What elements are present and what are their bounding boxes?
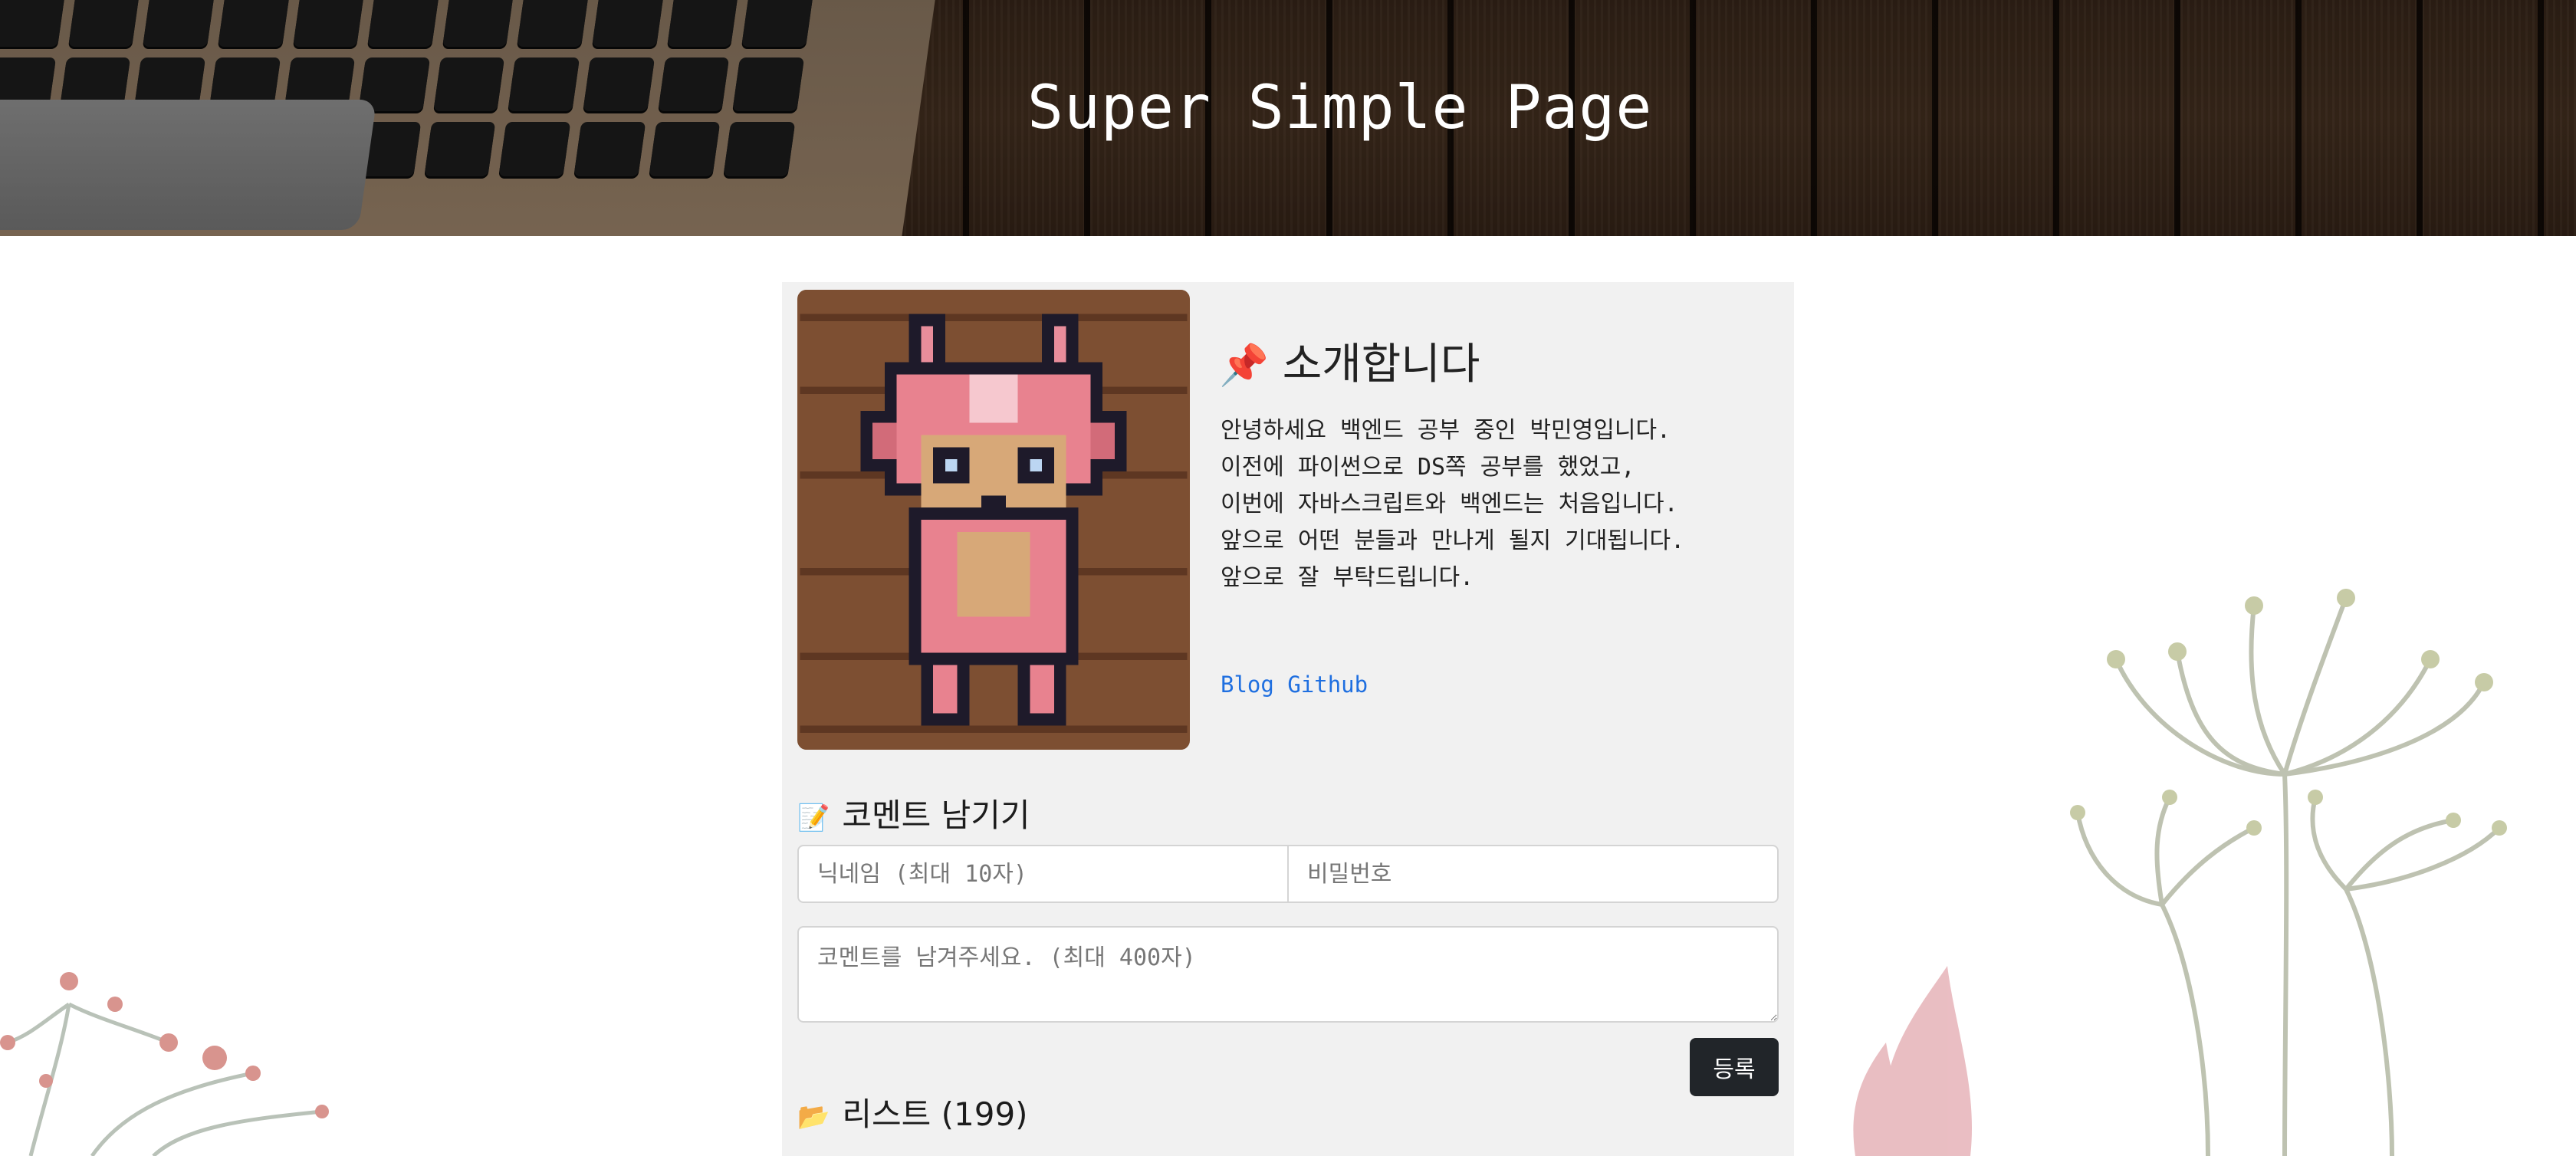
password-input[interactable] bbox=[1289, 845, 1779, 903]
intro-line: 앞으로 잘 부탁드립니다. bbox=[1221, 564, 1474, 591]
blog-link[interactable]: Blog bbox=[1221, 672, 1274, 698]
flower-illustration-right bbox=[1853, 589, 2507, 1156]
intro-line: 이번에 자바스크립트와 백엔드는 처음입니다. bbox=[1221, 491, 1678, 517]
nickname-input[interactable] bbox=[797, 845, 1289, 903]
memo-icon: 📝 bbox=[797, 803, 830, 833]
list-section-title: 📂 리스트 (199) bbox=[797, 1089, 1028, 1135]
comment-title-text: 코멘트 남기기 bbox=[842, 796, 1030, 834]
comment-section-title: 📝 코멘트 남기기 bbox=[797, 790, 1030, 836]
profile-card: 📌 소개합니다 안녕하세요 백엔드 공부 중인 박민영입니다. 이전에 파이썬으로… bbox=[782, 282, 1794, 1156]
github-link[interactable]: Github bbox=[1287, 672, 1368, 698]
page-title: Super Simple Page bbox=[1027, 74, 1653, 143]
intro-line: 안녕하세요 백엔드 공부 중인 박민영입니다. bbox=[1221, 417, 1671, 444]
avatar bbox=[797, 290, 1190, 750]
pixel-fox-avatar-image bbox=[800, 290, 1188, 750]
list-title-text: 리스트 (199) bbox=[842, 1095, 1028, 1133]
pushpin-icon: 📌 bbox=[1219, 343, 1269, 389]
profile-links: Blog Github bbox=[1221, 672, 1368, 698]
intro-text: 안녕하세요 백엔드 공부 중인 박민영입니다. 이전에 파이썬으로 DS쪽 공부… bbox=[1221, 412, 1773, 596]
intro-line: 이전에 파이썬으로 DS쪽 공부를 했었고, bbox=[1221, 454, 1635, 481]
intro-title-text: 소개합니다 bbox=[1282, 340, 1480, 389]
page-header: Super Simple Page bbox=[0, 0, 2576, 236]
comment-textarea[interactable] bbox=[797, 926, 1779, 1023]
intro-line: 앞으로 어떤 분들과 만나게 될지 기대됩니다. bbox=[1221, 527, 1685, 554]
comment-credentials-row bbox=[797, 845, 1779, 903]
intro-heading: 📌 소개합니다 bbox=[1219, 330, 1480, 392]
folder-icon: 📂 bbox=[797, 1102, 830, 1132]
submit-button[interactable]: 등록 bbox=[1690, 1038, 1779, 1096]
flower-illustration-left bbox=[0, 972, 329, 1156]
